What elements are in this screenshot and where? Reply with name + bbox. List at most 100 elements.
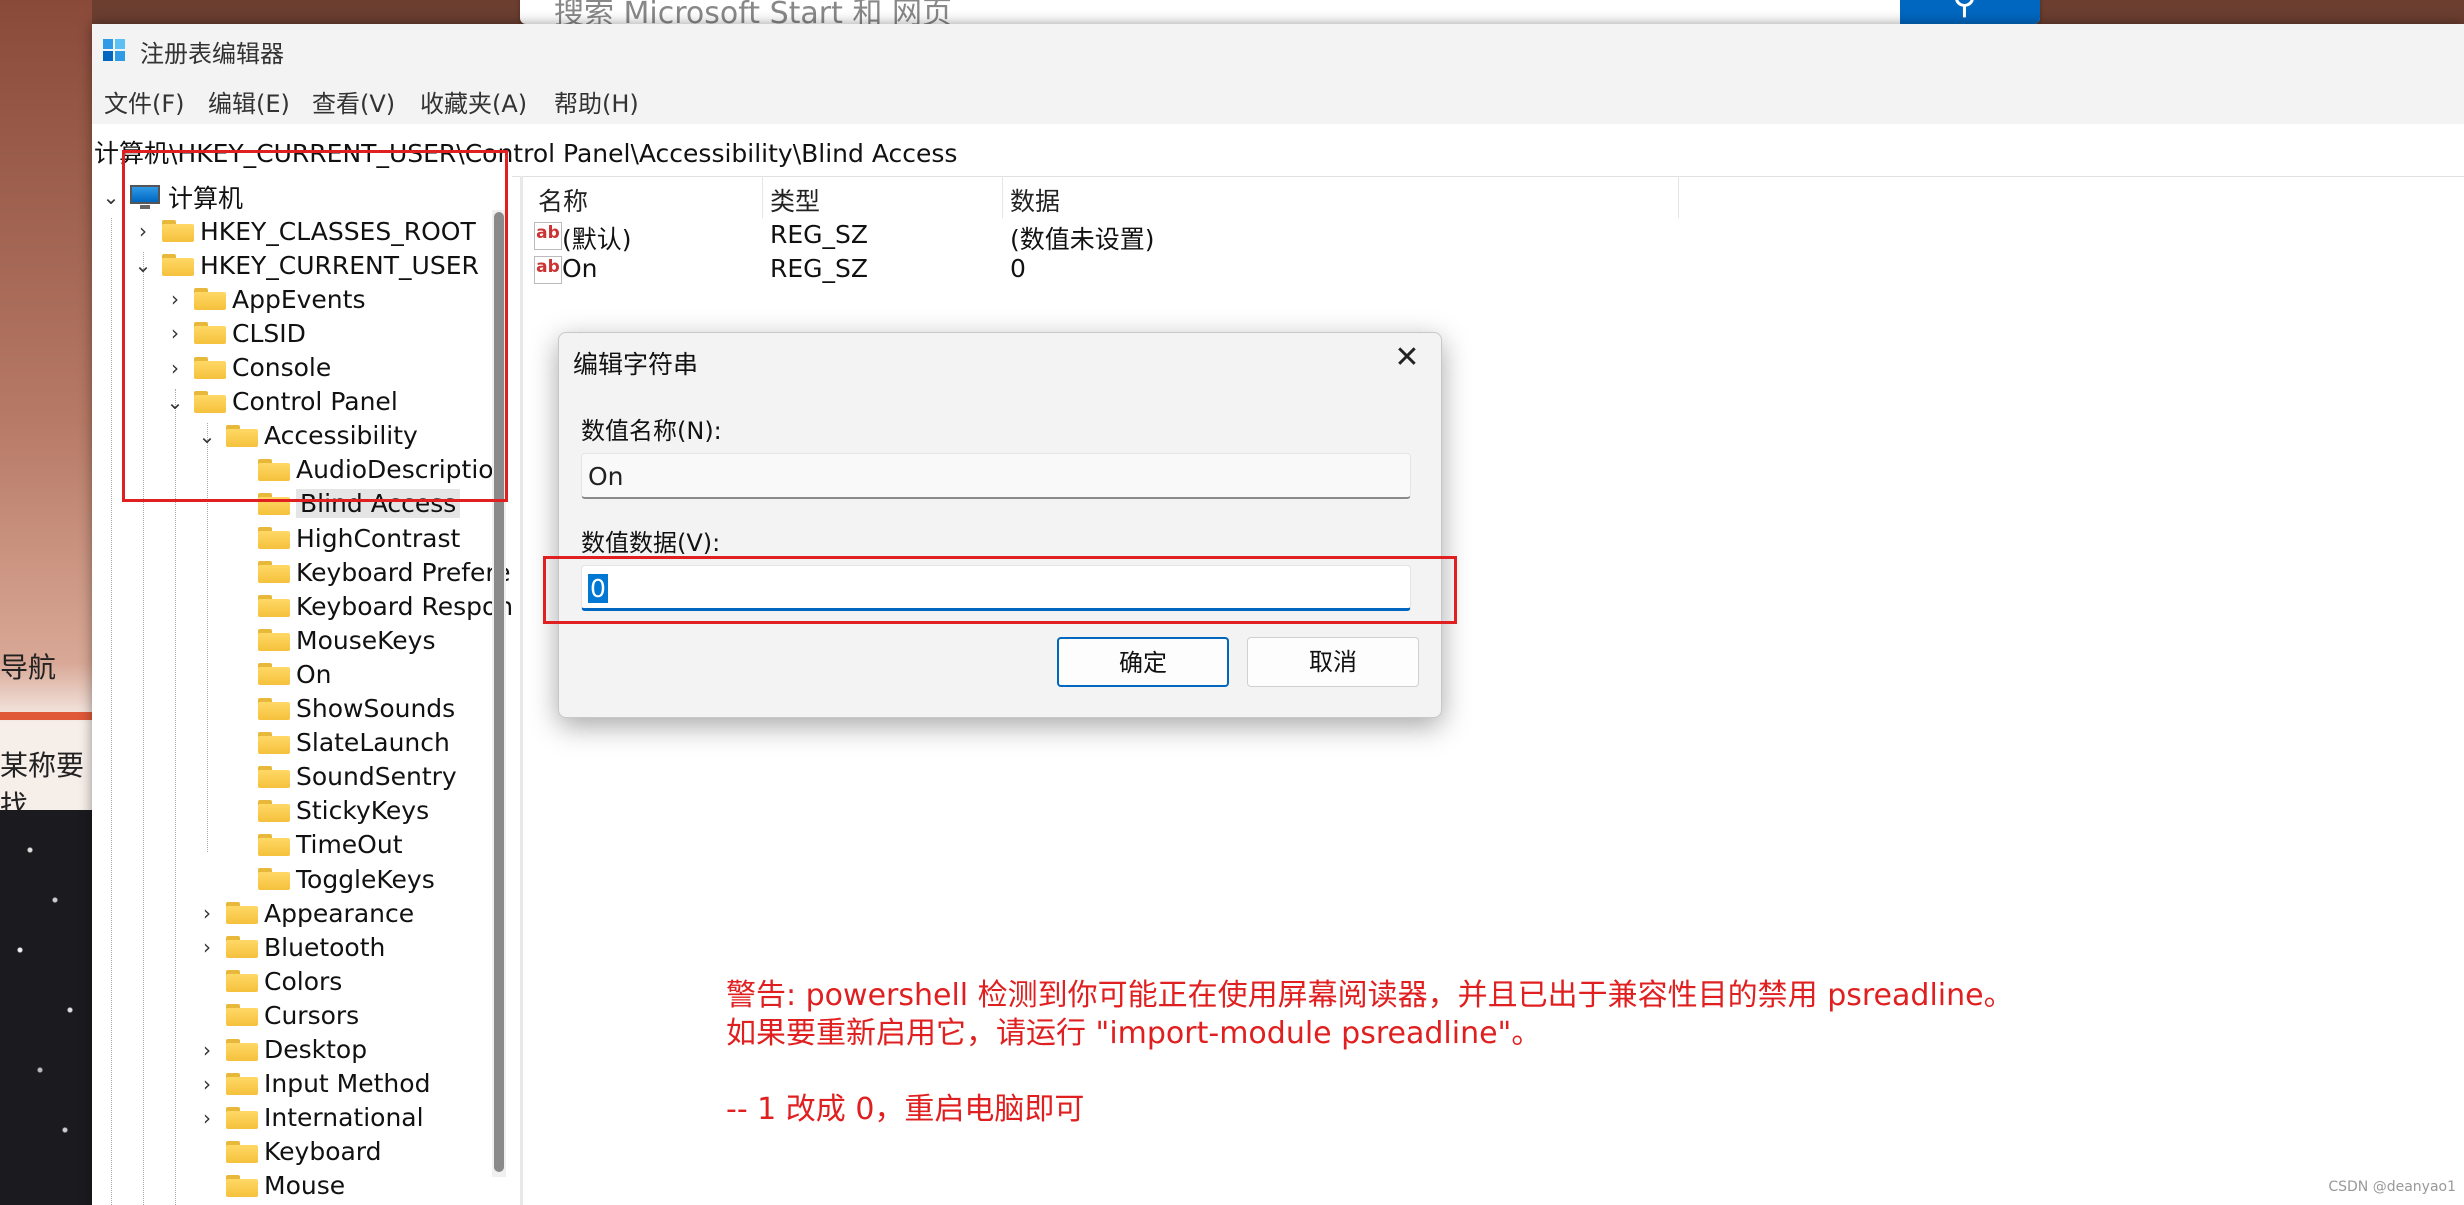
folder-icon (258, 799, 290, 822)
tree-item-label: SlateLaunch (296, 728, 450, 758)
column-header-data[interactable]: 数据 (1010, 182, 1060, 218)
tree-item-label: MouseKeys (296, 625, 436, 655)
cancel-button[interactable]: 取消 (1247, 637, 1419, 687)
tree-item[interactable]: ›Keyboard (198, 1135, 382, 1169)
annotation-line-3: -- 1 改成 0，重启电脑即可 (726, 1092, 1085, 1127)
tree-item[interactable]: ›ToggleKeys (230, 862, 435, 896)
folder-icon (258, 731, 290, 754)
menu-favorites[interactable]: 收藏夹(A) (420, 84, 527, 119)
folder-icon (226, 1004, 258, 1027)
tree-item-label: TimeOut (296, 830, 403, 860)
menu-help[interactable]: 帮助(H) (554, 84, 639, 119)
menu-view[interactable]: 查看(V) (312, 84, 395, 119)
search-icon: ⚲ (1952, 0, 1977, 22)
tree-item[interactable]: › Appearance (198, 896, 414, 930)
tree-item-label: Keyboard Response (296, 591, 512, 621)
tree-item-label: Input Method (264, 1069, 431, 1099)
tree-item-label: StickyKeys (296, 796, 430, 826)
background-nav-text: 导航 (0, 651, 57, 684)
tree-item-label: Keyboard Preference (296, 557, 512, 587)
value-type: REG_SZ (770, 220, 869, 249)
tree-item[interactable]: › International (198, 1101, 424, 1135)
tree-guide-line (111, 218, 112, 1205)
folder-icon (258, 561, 290, 584)
folder-icon (226, 902, 258, 925)
menu-edit[interactable]: 编辑(E) (208, 84, 290, 119)
highlight-box-tree (122, 150, 508, 502)
folder-icon (258, 868, 290, 890)
background-search-button[interactable]: ⚲ (1900, 0, 2040, 24)
tree-item[interactable]: ›Colors (198, 964, 342, 998)
menu-bar: 文件(F) 编辑(E) 查看(V) 收藏夹(A) 帮助(H) (92, 76, 2464, 124)
close-icon[interactable]: ✕ (1385, 335, 1429, 381)
value-name: On (562, 254, 598, 283)
column-separator[interactable] (1002, 176, 1003, 218)
chevron-right-icon[interactable]: › (198, 1067, 216, 1101)
column-separator[interactable] (762, 176, 763, 218)
value-data-label: 数值数据(V): (581, 529, 721, 557)
tree-item[interactable]: ›HighContrast (230, 521, 460, 555)
string-value-icon: ab (534, 256, 562, 284)
string-value-icon: ab (534, 222, 562, 250)
watermark: CSDN @deanyao1 (2328, 1179, 2456, 1195)
annotation-line-2: 如果要重新启用它，请运行 "import-module psreadline"。 (726, 1016, 1542, 1051)
column-separator[interactable] (1678, 176, 1679, 218)
tree-item[interactable]: ›Keyboard Response (230, 589, 512, 623)
value-data: 0 (1010, 254, 1026, 283)
tree-item[interactable]: › Desktop (198, 1033, 367, 1067)
column-header-name[interactable]: 名称 (538, 182, 588, 218)
tree-item-label: On (296, 659, 332, 689)
tree-item-label: Desktop (264, 1035, 368, 1064)
registry-app-icon (103, 39, 125, 61)
tree-item[interactable]: ›Cursors (198, 998, 359, 1032)
chevron-right-icon[interactable]: › (198, 1101, 216, 1135)
chevron-right-icon[interactable]: › (198, 930, 216, 964)
folder-icon (226, 936, 258, 959)
folder-icon (226, 1140, 258, 1163)
tree-item[interactable]: ›StickyKeys (230, 794, 429, 828)
chevron-right-icon[interactable]: › (198, 1033, 216, 1067)
tree-item[interactable]: › Input Method (198, 1067, 430, 1101)
value-name-field: On (581, 453, 1411, 499)
column-header-type[interactable]: 类型 (770, 182, 820, 218)
folder-icon (258, 527, 290, 549)
value-name: (默认) (562, 225, 632, 254)
tree-guide-line (175, 388, 176, 1205)
folder-icon (226, 1072, 258, 1095)
background-browser: 导航 某称要找 (0, 0, 92, 1205)
menu-file[interactable]: 文件(F) (104, 84, 185, 119)
tree-item[interactable]: ›Keyboard Preference (230, 555, 512, 589)
folder-icon (258, 595, 290, 618)
tree-item[interactable]: ›MouseKeys (230, 623, 435, 657)
folder-icon (258, 663, 290, 686)
pane-splitter[interactable] (520, 176, 523, 1205)
folder-icon (258, 833, 290, 856)
folder-icon (258, 765, 290, 788)
folder-icon (226, 1038, 258, 1061)
folder-icon (258, 697, 290, 720)
background-accent-line (0, 712, 92, 720)
tree-item-label: ToggleKeys (296, 864, 435, 894)
tree-item-label: Bluetooth (264, 932, 386, 962)
folder-icon (258, 629, 290, 652)
ok-button[interactable]: 确定 (1057, 637, 1229, 687)
tree-item[interactable]: ›Mouse (198, 1169, 345, 1203)
value-name-label: 数值名称(N): (581, 417, 722, 445)
tree-item[interactable]: ›TimeOut (230, 828, 403, 862)
tree-item[interactable]: ›On (230, 657, 332, 691)
tree-item-label: Mouse (264, 1171, 346, 1201)
value-data: (数值未设置) (1010, 225, 1155, 254)
tree-item[interactable]: ›SoundSentry (230, 760, 457, 794)
title-bar[interactable]: 注册表编辑器 (92, 24, 2464, 76)
tree-item-label: Cursors (264, 1000, 360, 1030)
folder-icon (226, 970, 258, 993)
tree-item[interactable]: › Bluetooth (198, 930, 385, 964)
value-type: REG_SZ (770, 254, 869, 283)
value-name-text: On (588, 462, 624, 491)
tree-item[interactable]: ›ShowSounds (230, 692, 455, 726)
tree-item-label: ShowSounds (296, 694, 456, 723)
tree-item[interactable]: ›SlateLaunch (230, 726, 450, 760)
chevron-down-icon[interactable]: ⌄ (102, 180, 120, 214)
chevron-right-icon[interactable]: › (198, 896, 216, 930)
background-search-bar[interactable]: 搜索 Microsoft Start 和 网页 ⚲ (520, 0, 2040, 31)
